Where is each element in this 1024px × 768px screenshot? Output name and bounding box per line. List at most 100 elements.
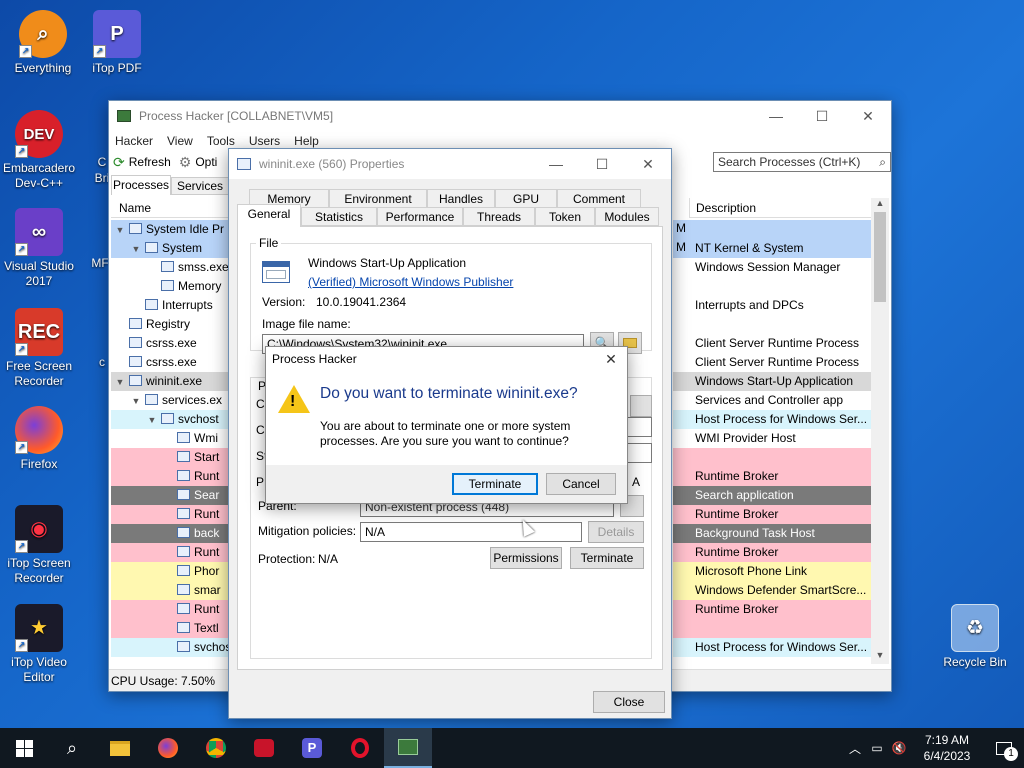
dialog-terminate-button[interactable]: Terminate: [452, 473, 538, 495]
tab-services[interactable]: Services: [171, 177, 229, 195]
close-button[interactable]: ✕: [845, 101, 891, 131]
menu-hacker[interactable]: Hacker: [115, 134, 153, 148]
notification-center-button[interactable]: 1: [984, 728, 1024, 768]
tab-modules[interactable]: Modules: [595, 207, 659, 226]
description-cell[interactable]: [673, 220, 871, 239]
description-cell[interactable]: Host Process for Windows Ser...: [673, 410, 871, 429]
desktop-icon-label: Free Screen Recorder: [5, 359, 73, 388]
description-cell[interactable]: Windows Defender SmartScre...: [673, 581, 871, 600]
permissions-button[interactable]: Permissions: [490, 547, 562, 569]
tab-threads[interactable]: Threads: [463, 207, 535, 226]
description-cell[interactable]: Host Process for Windows Ser...: [673, 638, 871, 657]
show-hidden-icons[interactable]: ︿: [844, 740, 866, 757]
screen-recorder-taskbar[interactable]: [240, 728, 288, 768]
description-cell[interactable]: [673, 619, 871, 638]
column-header-description[interactable]: Description: [689, 198, 871, 218]
expand-arrow-icon[interactable]: ▼: [113, 221, 127, 239]
desktop-icon[interactable]: ↗ Firefox: [2, 406, 76, 472]
desktop-icon[interactable]: ∞ ↗ Visual Studio 2017: [2, 208, 76, 289]
dialog-titlebar[interactable]: Process Hacker ✕: [266, 347, 627, 371]
process-hacker-taskbar[interactable]: [384, 728, 432, 768]
publisher-link[interactable]: (Verified) Microsoft Windows Publisher: [308, 275, 513, 289]
refresh-button[interactable]: ⟳ Refresh: [113, 154, 171, 171]
scroll-up-arrow[interactable]: ▲: [871, 198, 889, 212]
description-cell[interactable]: Interrupts and DPCs: [673, 296, 871, 315]
network-icon[interactable]: ▭: [866, 741, 888, 755]
firefox-taskbar[interactable]: [144, 728, 192, 768]
opera-taskbar[interactable]: [336, 728, 384, 768]
menu-tools[interactable]: Tools: [207, 134, 235, 148]
tab-environment[interactable]: Environment: [329, 189, 427, 208]
description-cell[interactable]: Services and Controller app: [673, 391, 871, 410]
desktop-icon[interactable]: ◉ ↗ iTop Screen Recorder: [2, 505, 76, 586]
dialog-cancel-button[interactable]: Cancel: [546, 473, 616, 495]
description-cell[interactable]: Windows Session Manager: [673, 258, 871, 277]
description-cell[interactable]: [673, 277, 871, 296]
desktop-icon[interactable]: ★ ↗ iTop Video Editor: [2, 604, 76, 685]
scroll-thumb[interactable]: [874, 212, 886, 302]
description-cell[interactable]: Windows Start-Up Application: [673, 372, 871, 391]
vertical-scrollbar[interactable]: ▲ ▼: [871, 198, 889, 664]
menu-help[interactable]: Help: [294, 134, 319, 148]
process-name: csrss.exe: [146, 336, 197, 350]
description-cell[interactable]: Microsoft Phone Link: [673, 562, 871, 581]
maximize-button[interactable]: ☐: [579, 149, 625, 179]
desktop-icon[interactable]: ⌕ ↗ Everything: [6, 10, 80, 76]
tab-handles[interactable]: Handles: [427, 189, 495, 208]
props-close-button[interactable]: Close: [593, 691, 665, 713]
description-cell[interactable]: [673, 448, 871, 467]
description-cell[interactable]: NT Kernel & System: [673, 239, 871, 258]
menu-view[interactable]: View: [167, 134, 193, 148]
expand-arrow-icon[interactable]: ▼: [145, 411, 159, 429]
maximize-button[interactable]: ☐: [799, 101, 845, 131]
dialog-close-button[interactable]: ✕: [595, 347, 627, 371]
minimize-button[interactable]: —: [533, 149, 579, 179]
start-button[interactable]: [0, 728, 48, 768]
tab-performance[interactable]: Performance: [377, 207, 463, 226]
description-cell[interactable]: Runtime Broker: [673, 600, 871, 619]
tab-statistics[interactable]: Statistics: [301, 207, 377, 226]
warning-mark: !: [290, 393, 296, 410]
itop-pdf-taskbar[interactable]: P: [288, 728, 336, 768]
menu-users[interactable]: Users: [249, 134, 280, 148]
tab-general[interactable]: General: [237, 204, 301, 227]
expand-arrow-icon[interactable]: ▼: [113, 373, 127, 391]
mitigation-field[interactable]: N/A: [360, 522, 582, 542]
description-cell[interactable]: Client Server Runtime Process: [673, 353, 871, 372]
tab-gpu[interactable]: GPU: [495, 189, 557, 208]
scroll-down-arrow[interactable]: ▼: [871, 650, 889, 664]
close-button[interactable]: ✕: [625, 149, 671, 179]
description-cell[interactable]: Client Server Runtime Process: [673, 334, 871, 353]
description-cell[interactable]: [673, 315, 871, 334]
description-cell[interactable]: Background Task Host: [673, 524, 871, 543]
process-icon: [129, 375, 142, 387]
description-cell[interactable]: Runtime Broker: [673, 543, 871, 562]
desktop-icon[interactable]: REC ↗ Free Screen Recorder: [2, 308, 76, 389]
terminate-process-button[interactable]: Terminate: [570, 547, 644, 569]
minimize-button[interactable]: —: [753, 101, 799, 131]
expand-arrow-icon[interactable]: ▼: [129, 240, 143, 258]
search-taskbar-button[interactable]: ⌕: [48, 728, 96, 768]
description-cell[interactable]: Runtime Broker: [673, 505, 871, 524]
description-cell[interactable]: Runtime Broker: [673, 467, 871, 486]
tab-comment[interactable]: Comment: [557, 189, 641, 208]
description-cell[interactable]: WMI Provider Host: [673, 429, 871, 448]
expand-arrow-icon[interactable]: ▼: [129, 392, 143, 410]
desktop-icon[interactable]: P ↗ iTop PDF: [80, 10, 154, 76]
search-icon: ⌕: [66, 737, 78, 758]
main-titlebar[interactable]: Process Hacker [COLLABNET\VM5] — ☐ ✕: [109, 101, 891, 131]
file-explorer-taskbar[interactable]: [96, 728, 144, 768]
details-button[interactable]: Details: [588, 521, 644, 543]
desktop-icon[interactable]: ♻ Recycle Bin: [938, 604, 1012, 670]
description-cell[interactable]: Search application: [673, 486, 871, 505]
options-button[interactable]: ⚙ Opti: [179, 154, 218, 171]
tab-processes[interactable]: Processes: [111, 175, 171, 195]
tab-token[interactable]: Token: [535, 207, 595, 226]
desktop-icon[interactable]: DEV ↗ Embarcadero Dev-C++: [2, 110, 76, 191]
stub-button[interactable]: [630, 395, 652, 417]
chrome-taskbar[interactable]: [192, 728, 240, 768]
volume-muted-icon[interactable]: 🔇: [888, 741, 910, 755]
props-titlebar[interactable]: wininit.exe (560) Properties — ☐ ✕: [229, 149, 671, 179]
search-processes-input[interactable]: Search Processes (Ctrl+K) ⌕: [713, 152, 891, 172]
clock[interactable]: 7:19 AM 6/4/2023: [910, 732, 984, 764]
